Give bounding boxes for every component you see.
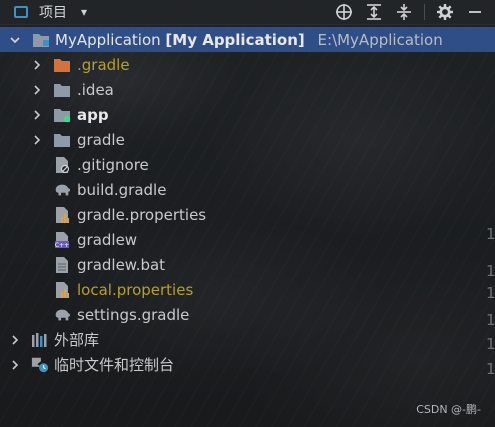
expand-all-icon[interactable] — [362, 0, 386, 24]
chevron-right-icon[interactable] — [30, 133, 44, 147]
collapse-all-icon[interactable] — [392, 0, 416, 24]
android-module-icon — [53, 106, 71, 124]
tree-item-label: .gitignore — [77, 155, 149, 174]
tree-item-label: gradlew.bat — [77, 255, 166, 274]
tree-row-gradle-dir[interactable]: .gradle — [0, 52, 495, 77]
root-name: MyApplication — [55, 30, 161, 49]
editor-gutter-line-number: 1 — [486, 335, 495, 353]
settings-icon[interactable] — [433, 0, 457, 24]
scratches-console-icon — [31, 356, 49, 374]
tree-item-label: app — [77, 105, 109, 124]
tree-row-local-properties[interactable]: local.properties — [0, 277, 495, 302]
editor-gutter-line-number: 1 — [486, 225, 495, 243]
tree-item-label: 临时文件和控制台 — [54, 356, 175, 374]
tree-item-label: 外部库 — [54, 331, 100, 349]
chevron-right-icon[interactable] — [30, 83, 44, 97]
editor-gutter-line-number: 1 — [486, 262, 495, 280]
hide-icon[interactable] — [463, 0, 487, 24]
root-path: E:\MyApplication — [317, 30, 443, 49]
properties-file-icon — [53, 281, 71, 299]
tree-row-root[interactable]: MyApplication [My Application] E:\MyAppl… — [0, 27, 495, 52]
project-view-selector[interactable]: 项目 ▾ — [0, 0, 87, 24]
tree-item-label: gradlew — [77, 230, 138, 249]
ignored-file-icon — [53, 156, 71, 174]
chevron-right-icon[interactable] — [8, 333, 22, 347]
tree-row-build-gradle[interactable]: build.gradle — [0, 177, 495, 202]
tree-item-label: .gradle — [77, 55, 130, 74]
chevron-right-icon[interactable] — [8, 358, 22, 372]
root-module: [My Application] — [165, 30, 305, 49]
chevron-down-icon[interactable] — [8, 33, 22, 47]
folder-icon — [53, 81, 71, 99]
svg-text:C++: C++ — [55, 242, 69, 249]
project-toolbar: 项目 ▾ — [0, 0, 495, 25]
tree-row-app[interactable]: app — [0, 102, 495, 127]
tree-row-external-libraries[interactable]: 外部库 — [0, 327, 495, 352]
module-folder-icon — [32, 31, 50, 49]
tree-item-label: local.properties — [77, 280, 194, 299]
tree-row-gradle-properties[interactable]: gradle.properties — [0, 202, 495, 227]
chevron-down-icon[interactable]: ▾ — [81, 6, 87, 18]
tree-item-label: gradle.properties — [77, 205, 207, 224]
project-tree: MyApplication [My Application] E:\MyAppl… — [0, 27, 495, 377]
tree-row-scratches[interactable]: 临时文件和控制台 — [0, 352, 495, 377]
tree-item-label: gradle — [77, 130, 125, 149]
tree-row-gradlew-bat[interactable]: gradlew.bat — [0, 252, 495, 277]
project-window-icon — [14, 6, 28, 18]
text-file-icon — [53, 256, 71, 274]
locate-icon[interactable] — [332, 0, 356, 24]
cpp-script-icon: C++ — [53, 231, 71, 249]
folder-icon — [53, 131, 71, 149]
toolbar-divider — [424, 4, 425, 20]
properties-file-icon — [53, 206, 71, 224]
tree-row-gradle[interactable]: gradle — [0, 127, 495, 152]
tree-item-label: .idea — [77, 80, 114, 99]
tree-row-gitignore[interactable]: .gitignore — [0, 152, 495, 177]
tree-item-label: build.gradle — [77, 180, 167, 199]
root-label: MyApplication [My Application] E:\MyAppl… — [55, 31, 443, 49]
editor-gutter-line-number: 1 — [486, 360, 495, 378]
library-icon — [31, 331, 49, 349]
watermark-text: CSDN @-鹏- — [416, 403, 481, 416]
tree-item-label: settings.gradle — [77, 305, 190, 324]
tree-row-idea[interactable]: .idea — [0, 77, 495, 102]
gradle-elephant-icon — [53, 306, 71, 324]
chevron-right-icon[interactable] — [30, 108, 44, 122]
excluded-folder-icon — [53, 56, 71, 74]
editor-gutter-line-number: 1 — [486, 311, 495, 329]
editor-gutter-line-number: 1 — [486, 284, 495, 302]
gradle-elephant-icon — [53, 181, 71, 199]
toolbar-actions — [326, 0, 495, 24]
project-view-title[interactable]: 项目 — [39, 2, 67, 22]
tree-row-gradlew[interactable]: C++ gradlew — [0, 227, 495, 252]
tree-row-settings-gradle[interactable]: settings.gradle — [0, 302, 495, 327]
chevron-right-icon[interactable] — [30, 58, 44, 72]
